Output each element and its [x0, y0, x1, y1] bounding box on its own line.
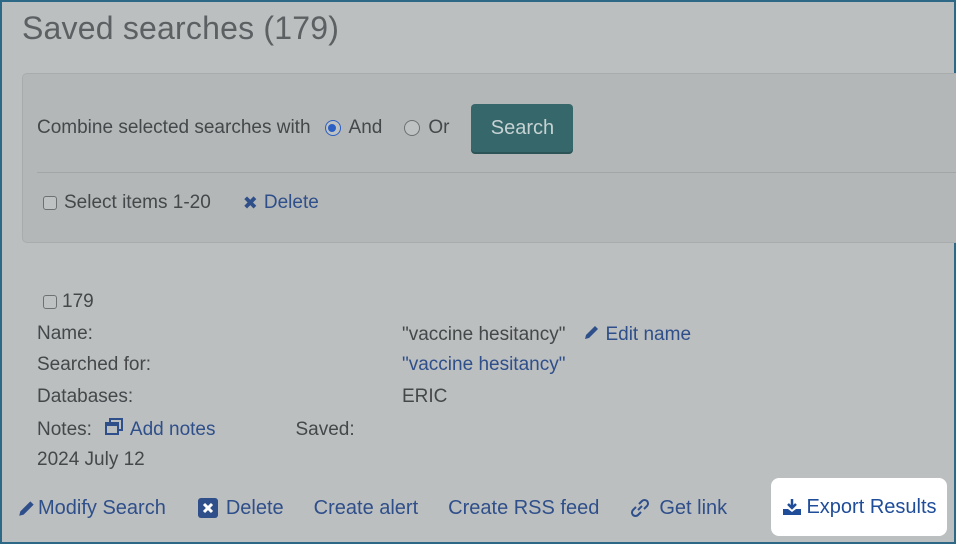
divider [37, 172, 956, 173]
pencil-icon [19, 501, 34, 516]
databases-label: Databases: [37, 386, 134, 407]
modify-search-label: Modify Search [38, 496, 166, 519]
combine-row: Combine selected searches with And Or Se… [37, 103, 574, 153]
saved-label: Saved: [295, 419, 355, 440]
delete-label: Delete [263, 192, 319, 213]
record-checkbox[interactable] [43, 295, 57, 309]
databases-value: ERIC [402, 386, 448, 407]
delete-record-label: Delete [225, 496, 284, 519]
add-notes-link[interactable]: Add notes [130, 419, 216, 441]
or-label[interactable]: Or [428, 117, 449, 139]
and-radio[interactable] [324, 120, 341, 136]
combine-label: Combine selected searches with [37, 117, 311, 138]
create-rss-link[interactable]: Create RSS feed [448, 497, 599, 520]
searched-value-link[interactable]: "vaccine hesitancy" [402, 354, 565, 376]
record-number: 179 [62, 291, 94, 312]
and-label[interactable]: And [349, 117, 383, 139]
delete-selected-button[interactable]: ✖ Delete [243, 192, 319, 214]
select-items-label[interactable]: Select items 1-20 [64, 192, 211, 214]
searched-label: Searched for: [37, 354, 152, 375]
link-icon [631, 498, 650, 518]
notes-row: Notes: Add notes Saved: [37, 417, 355, 443]
name-value: "vaccine hesitancy" [402, 324, 566, 345]
select-row: Select items 1-20 ✖ Delete [43, 192, 319, 214]
saved-searches-frame: Saved searches (179) Combine selected se… [0, 0, 956, 544]
name-value-row: "vaccine hesitancy" Edit name [402, 323, 691, 347]
create-alert-link[interactable]: Create alert [314, 497, 419, 520]
modify-search-link[interactable]: Modify Search [16, 497, 166, 520]
combine-panel: Combine selected searches with And Or Se… [22, 73, 956, 243]
saved-date: 2024 July 12 [37, 449, 145, 470]
export-results-label: Export Results [806, 495, 937, 518]
delete-record-link[interactable]: Delete [196, 497, 284, 520]
download-icon [783, 499, 802, 515]
select-all-checkbox[interactable] [43, 196, 57, 210]
page-title: Saved searches (179) [22, 10, 340, 46]
notes-label: Notes: [37, 419, 92, 440]
delete-box-icon [197, 498, 218, 518]
record-select: 179 [43, 291, 94, 313]
close-icon: ✖ [242, 192, 258, 213]
get-link-label: Get link [659, 496, 728, 519]
record-actions: Modify Search Delete Create alert Create… [16, 488, 757, 528]
pencil-icon[interactable] [583, 323, 601, 347]
edit-name-link[interactable]: Edit name [605, 324, 691, 346]
name-label: Name: [37, 323, 93, 344]
search-button[interactable]: Search [471, 104, 574, 152]
export-results-link[interactable]: Export Results [771, 478, 947, 536]
get-link[interactable]: Get link [629, 497, 727, 520]
or-radio[interactable] [404, 120, 421, 136]
notes-icon[interactable] [104, 417, 124, 443]
